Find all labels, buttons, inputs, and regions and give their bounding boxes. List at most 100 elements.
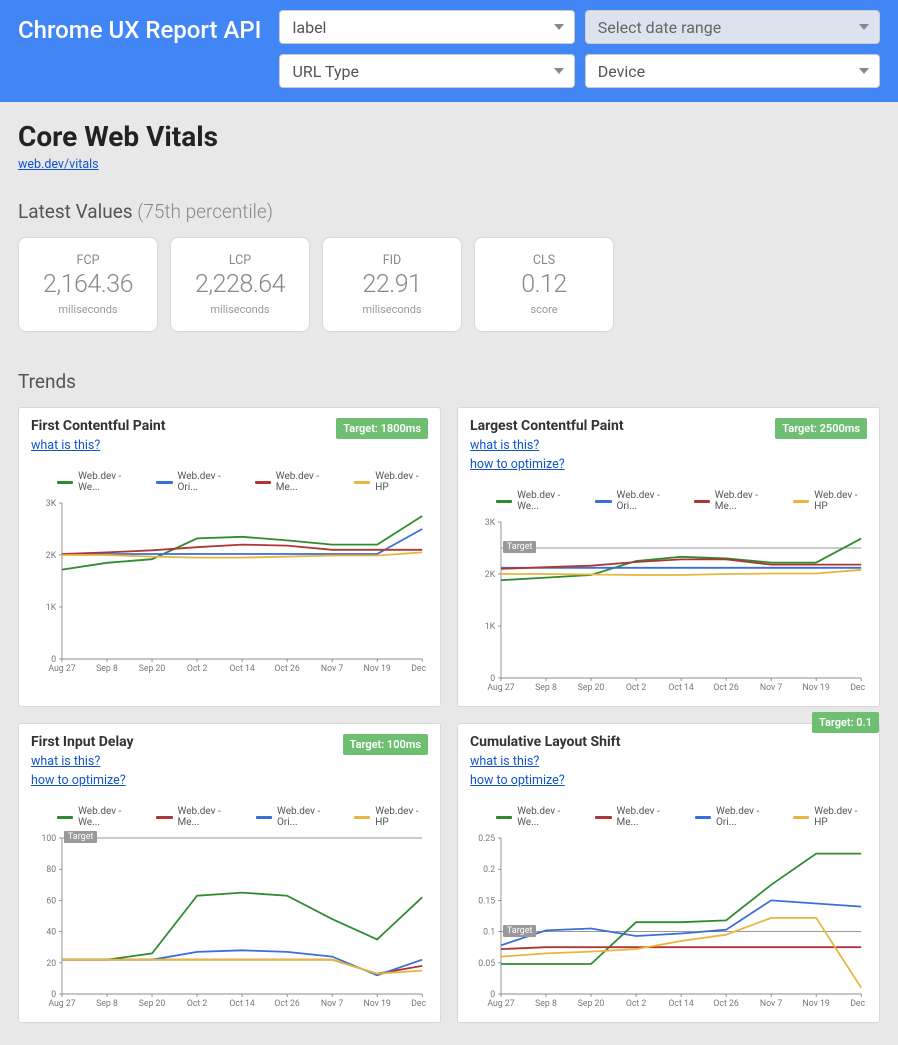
svg-text:Nov 19: Nov 19 <box>364 664 391 674</box>
svg-text:Aug 27: Aug 27 <box>48 664 75 674</box>
how-to-optimize-link[interactable]: how to optimize? <box>31 773 126 788</box>
legend-label: Web.dev - Me... <box>617 806 677 828</box>
chevron-down-icon <box>859 68 869 74</box>
legend-item: Web.dev - Me... <box>156 806 237 828</box>
what-is-this-link[interactable]: what is this? <box>31 754 100 769</box>
svg-text:Sep 20: Sep 20 <box>139 999 166 1009</box>
svg-text:Nov 7: Nov 7 <box>321 999 343 1009</box>
chart-legend: Web.dev - We...Web.dev - Ori...Web.dev -… <box>496 490 867 512</box>
chart-legend: Web.dev - We...Web.dev - Ori...Web.dev -… <box>57 471 428 493</box>
metric-unit: miliseconds <box>362 303 421 316</box>
svg-text:3K: 3K <box>485 518 496 528</box>
legend-item: Web.dev - Me... <box>595 806 676 828</box>
legend-item: Web.dev - Ori... <box>256 806 336 828</box>
svg-text:0.1: 0.1 <box>483 927 495 937</box>
legend-label: Web.dev - We... <box>78 806 138 828</box>
vitals-link[interactable]: web.dev/vitals <box>18 157 99 172</box>
legend-swatch <box>57 816 73 819</box>
svg-text:60: 60 <box>46 896 56 906</box>
svg-text:Dec 1: Dec 1 <box>411 999 428 1009</box>
svg-text:Sep 8: Sep 8 <box>535 683 557 693</box>
legend-label: Web.dev - We... <box>517 806 577 828</box>
svg-text:2K: 2K <box>485 570 496 580</box>
header: Chrome UX Report API label Select date r… <box>0 0 898 102</box>
svg-text:Oct 26: Oct 26 <box>274 999 299 1009</box>
legend-label: Web.dev - HP <box>375 471 428 493</box>
legend-item: Web.dev - We... <box>496 806 577 828</box>
chart-panel-fid: First Input Delay what is this? how to opt… <box>18 723 441 1023</box>
legend-swatch <box>256 816 272 819</box>
metric-value: 0.12 <box>521 270 567 299</box>
date-range-select[interactable]: Select date range <box>585 10 880 44</box>
svg-text:40: 40 <box>46 927 56 937</box>
svg-text:Dec 1: Dec 1 <box>850 999 867 1009</box>
svg-text:Sep 20: Sep 20 <box>139 664 166 674</box>
app-title: Chrome UX Report API <box>18 16 261 44</box>
legend-item: Web.dev - HP <box>793 806 867 828</box>
svg-text:Sep 8: Sep 8 <box>535 999 557 1009</box>
svg-text:Nov 19: Nov 19 <box>803 683 830 693</box>
svg-text:2K: 2K <box>46 551 57 561</box>
date-range-value: Select date range <box>598 18 721 37</box>
metric-card: FID 22.91 miliseconds <box>322 237 462 332</box>
legend-label: Web.dev - Me... <box>178 806 238 828</box>
chart-legend: Web.dev - We... Web.dev - Me... Web.dev - … <box>57 806 428 828</box>
chart-title: Largest Contentful Paint <box>470 418 624 434</box>
legend-label: Web.dev - HP <box>814 490 867 512</box>
legend-item: Web.dev - HP <box>354 471 428 493</box>
what-is-this-link[interactable]: what is this? <box>470 754 539 769</box>
legend-swatch <box>156 481 172 484</box>
svg-text:Nov 19: Nov 19 <box>364 999 391 1009</box>
svg-text:Sep 20: Sep 20 <box>578 999 605 1009</box>
chevron-down-icon <box>554 24 564 30</box>
svg-text:0.05: 0.05 <box>478 959 495 969</box>
latest-values-sub: (75th percentile) <box>137 200 273 223</box>
metric-label: FID <box>383 253 402 268</box>
what-is-this-link[interactable]: what is this? <box>31 438 100 453</box>
legend-swatch <box>354 481 370 484</box>
chart-title: First Input Delay <box>31 734 134 750</box>
svg-text:Oct 14: Oct 14 <box>229 664 254 674</box>
metric-value: 22.91 <box>363 270 422 299</box>
legend-swatch <box>354 816 370 819</box>
svg-text:Oct 26: Oct 26 <box>713 999 738 1009</box>
target-line-label: Target <box>64 831 98 843</box>
legend-label: Web.dev - Me... <box>715 490 775 512</box>
latest-values-heading: Latest Values (75th percentile) <box>18 200 880 223</box>
svg-text:Oct 26: Oct 26 <box>713 683 738 693</box>
legend-item: Web.dev - HP <box>793 490 867 512</box>
legend-label: Web.dev - We... <box>517 490 577 512</box>
device-select[interactable]: Device <box>585 54 880 88</box>
svg-text:Nov 19: Nov 19 <box>803 999 830 1009</box>
chart-area: 01K2K3KAug 27Sep 8Sep 20Oct 2Oct 14Oct 2… <box>470 516 867 696</box>
chart-title: Cumulative Layout Shift <box>470 734 620 750</box>
target-line-label: Target <box>503 541 537 553</box>
target-badge: Target: 100ms <box>343 734 428 755</box>
legend-item: Web.dev - HP <box>354 806 428 828</box>
what-is-this-link[interactable]: what is this? <box>470 438 539 453</box>
svg-text:Oct 2: Oct 2 <box>626 683 646 693</box>
legend-swatch <box>793 500 809 503</box>
svg-text:1K: 1K <box>46 603 57 613</box>
metric-label: FCP <box>77 253 100 268</box>
url-type-value: URL Type <box>292 62 359 81</box>
svg-text:Oct 14: Oct 14 <box>668 999 693 1009</box>
legend-swatch <box>255 481 271 484</box>
svg-text:0.15: 0.15 <box>478 896 495 906</box>
how-to-optimize-link[interactable]: how to optimize? <box>470 773 565 788</box>
svg-text:20: 20 <box>46 959 56 969</box>
legend-swatch <box>496 816 512 819</box>
chart-title: First Contentful Paint <box>31 418 165 434</box>
legend-swatch <box>595 816 611 819</box>
target-badge: Target: 1800ms <box>336 418 428 439</box>
how-to-optimize-link[interactable]: how to optimize? <box>470 457 565 472</box>
svg-text:Oct 2: Oct 2 <box>187 999 207 1009</box>
url-type-select[interactable]: URL Type <box>279 54 574 88</box>
svg-text:1K: 1K <box>485 622 496 632</box>
legend-label: Web.dev - Ori... <box>277 806 336 828</box>
chevron-down-icon <box>859 24 869 30</box>
legend-swatch <box>156 816 172 819</box>
label-select[interactable]: label <box>279 10 574 44</box>
target-badge: Target: 0.1 <box>812 712 879 733</box>
target-line-label: Target <box>503 925 537 937</box>
